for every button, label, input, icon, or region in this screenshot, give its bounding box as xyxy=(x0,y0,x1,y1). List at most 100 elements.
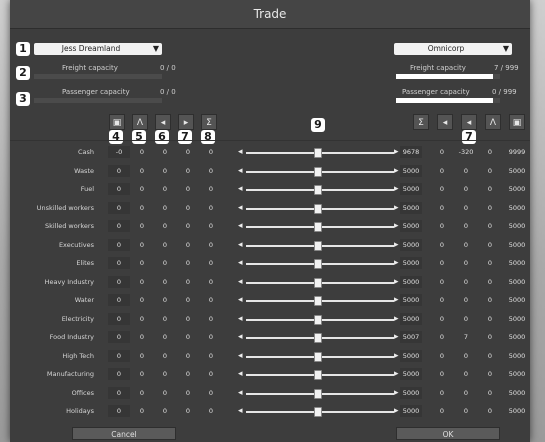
right-passenger-bar-fill xyxy=(396,98,493,103)
slider-left-arrow-icon[interactable]: ◂ xyxy=(238,203,243,213)
slider-right-arrow-icon[interactable]: ▸ xyxy=(394,148,399,157)
slider-left-arrow-icon[interactable]: ◂ xyxy=(238,388,243,398)
slider-right-arrow-icon[interactable]: ▸ xyxy=(394,333,399,342)
slider-right-arrow-icon[interactable]: ▸ xyxy=(394,240,399,250)
right-cell: 0 xyxy=(487,222,493,230)
slider-thumb[interactable] xyxy=(314,148,322,158)
left-cell: 0 xyxy=(108,164,130,177)
transfer-icon[interactable]: ◂ xyxy=(155,114,171,130)
chevron-down-icon: ▼ xyxy=(502,44,509,53)
slider-thumb[interactable] xyxy=(314,222,322,232)
left-cell: 0 xyxy=(139,203,145,212)
right-cell: 5000 xyxy=(508,370,526,378)
slider-left-arrow-icon[interactable]: ◂ xyxy=(238,370,243,379)
left-company-label: Jess Dreamland xyxy=(61,44,121,53)
left-cell: 0 xyxy=(139,333,145,341)
slider-left-arrow-icon[interactable]: ◂ xyxy=(238,240,243,250)
row-label: Offices xyxy=(71,388,94,397)
slider-right-arrow-icon[interactable]: ▸ xyxy=(394,259,399,268)
slider-left-arrow-icon[interactable]: ◂ xyxy=(238,185,243,194)
right-cell: 0 xyxy=(463,296,469,304)
left-cell: 0 xyxy=(139,296,145,304)
slider-left-arrow-icon[interactable]: ◂ xyxy=(238,296,243,305)
slider-thumb[interactable] xyxy=(314,259,322,269)
right-cell: 0 xyxy=(463,388,469,397)
slider-left-arrow-icon[interactable]: ◂ xyxy=(238,333,243,342)
slider-thumb[interactable] xyxy=(314,388,322,399)
slider-right-arrow-icon[interactable]: ▸ xyxy=(394,388,399,398)
left-company-dropdown[interactable]: Jess Dreamland ▼ xyxy=(34,43,162,55)
slider-thumb[interactable] xyxy=(314,314,322,325)
left-cell: 0 xyxy=(162,277,168,286)
slider-left-arrow-icon[interactable]: ◂ xyxy=(238,222,243,231)
chart-icon[interactable]: Λ xyxy=(132,114,148,130)
slider-right-arrow-icon[interactable]: ▸ xyxy=(394,370,399,379)
slider-right-arrow-icon[interactable]: ▸ xyxy=(394,277,399,287)
import-icon[interactable]: ▣ xyxy=(509,114,525,130)
import-icon[interactable]: ▣ xyxy=(109,114,125,130)
slider-thumb[interactable] xyxy=(314,166,322,177)
slider-thumb[interactable] xyxy=(314,185,322,195)
slider-right-arrow-icon[interactable]: ▸ xyxy=(394,351,399,361)
left-cell: 0 xyxy=(208,407,214,415)
slider-thumb[interactable] xyxy=(314,203,322,214)
transfer-icon[interactable]: ◂ xyxy=(461,114,477,130)
left-passenger-bar xyxy=(34,98,162,103)
right-cell: 0 xyxy=(439,314,445,323)
right-company-dropdown[interactable]: Omnicorp ▼ xyxy=(394,43,512,55)
right-cell: 0 xyxy=(463,203,469,212)
left-cell: 0 xyxy=(162,148,168,156)
slider-left-arrow-icon[interactable]: ◂ xyxy=(238,351,243,361)
play-icon[interactable]: ▸ xyxy=(178,114,194,130)
left-cell: 0 xyxy=(108,183,130,195)
slider-left-arrow-icon[interactable]: ◂ xyxy=(238,407,243,416)
slider-right-arrow-icon[interactable]: ▸ xyxy=(394,314,399,324)
slider-thumb[interactable] xyxy=(314,407,322,417)
left-cell: 0 xyxy=(108,238,130,251)
play-reverse-icon[interactable]: ◂ xyxy=(437,114,453,130)
slider-thumb[interactable] xyxy=(314,277,322,288)
right-cell: 9678 xyxy=(400,146,422,158)
slider-right-arrow-icon[interactable]: ▸ xyxy=(394,296,399,305)
slider-right-arrow-icon[interactable]: ▸ xyxy=(394,203,399,213)
right-cell: 0 xyxy=(487,314,493,323)
slider-thumb[interactable] xyxy=(314,370,322,380)
slider-left-arrow-icon[interactable]: ◂ xyxy=(238,277,243,287)
slider-thumb[interactable] xyxy=(314,333,322,343)
chart-icon[interactable]: Λ xyxy=(485,114,501,130)
left-cell: 0 xyxy=(162,388,168,397)
slider-right-arrow-icon[interactable]: ▸ xyxy=(394,407,399,416)
left-cell: 0 xyxy=(139,370,145,378)
left-cell: 0 xyxy=(108,405,130,417)
slider-left-arrow-icon[interactable]: ◂ xyxy=(238,314,243,324)
slider-thumb[interactable] xyxy=(314,240,322,251)
slider-right-arrow-icon[interactable]: ▸ xyxy=(394,166,399,176)
slider-thumb[interactable] xyxy=(314,296,322,306)
trade-window: Trade 1 Jess Dreamland ▼ 2 Freight capac… xyxy=(10,0,530,442)
right-cell: 0 xyxy=(439,351,445,360)
slider-left-arrow-icon[interactable]: ◂ xyxy=(238,148,243,157)
slider-left-arrow-icon[interactable]: ◂ xyxy=(238,259,243,268)
sum-icon[interactable]: Σ xyxy=(201,114,217,130)
right-cell: 0 xyxy=(439,259,445,267)
row-label: Food Industry xyxy=(49,333,94,341)
ok-button[interactable]: OK xyxy=(396,427,500,440)
left-cell: 0 xyxy=(208,314,214,323)
left-cell: 0 xyxy=(108,349,130,362)
right-cell: 0 xyxy=(439,277,445,286)
slider-thumb[interactable] xyxy=(314,351,322,362)
right-cell: 5000 xyxy=(400,164,422,177)
right-cell: 5000 xyxy=(508,277,526,286)
cancel-button[interactable]: Cancel xyxy=(72,427,176,440)
right-cell: 5000 xyxy=(400,405,422,417)
right-cell: 0 xyxy=(487,388,493,397)
slider-left-arrow-icon[interactable]: ◂ xyxy=(238,166,243,176)
slider-right-arrow-icon[interactable]: ▸ xyxy=(394,222,399,231)
slider-right-arrow-icon[interactable]: ▸ xyxy=(394,185,399,194)
left-cell: 0 xyxy=(208,277,214,286)
badge-6: 6 xyxy=(155,130,169,144)
sum-icon[interactable]: Σ xyxy=(413,114,429,130)
row-label: Manufacturing xyxy=(46,370,94,378)
right-freight-bar-fill xyxy=(396,74,493,79)
left-cell: 0 xyxy=(208,370,214,378)
